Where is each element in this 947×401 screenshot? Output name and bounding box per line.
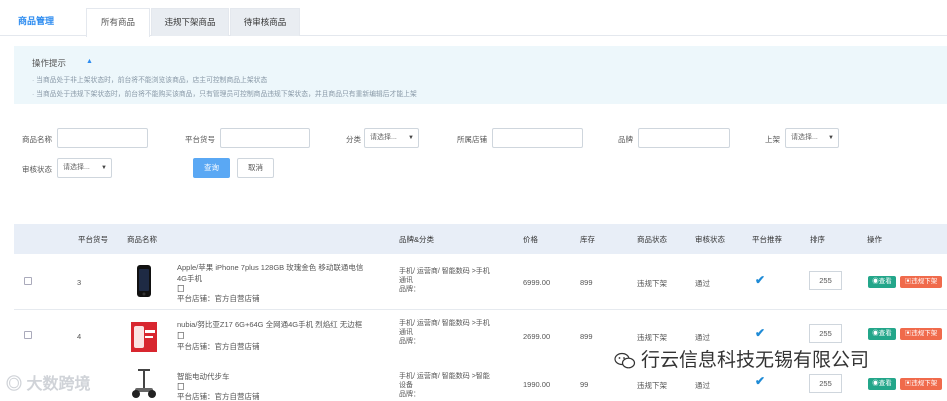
- col-product-status: 商品状态: [637, 235, 667, 244]
- col-platform-sku: 平台货号: [78, 235, 108, 244]
- view-button[interactable]: ◉查看: [868, 276, 896, 288]
- product-store: 平台店铺：官方自营店铺: [177, 294, 260, 303]
- remove-violation-button[interactable]: ▣违规下架: [900, 328, 942, 340]
- col-sort: 排序: [810, 235, 825, 244]
- review-status: 通过: [695, 381, 710, 390]
- cancel-button[interactable]: 取消: [237, 158, 274, 178]
- watermark-right-text: 行云信息科技无锡有限公司: [641, 350, 870, 371]
- view-button[interactable]: ◉查看: [868, 378, 896, 390]
- product-stock: 899: [580, 332, 593, 341]
- table-header: 平台货号 商品名称 品牌&分类 价格 库存 商品状态 审核状态 平台推荐 排序 …: [14, 224, 947, 254]
- sort-input[interactable]: 255: [809, 324, 842, 343]
- product-brand: 品牌：: [399, 391, 420, 398]
- chevron-down-icon: ▼: [828, 135, 834, 141]
- remove-label: 违规下架: [911, 278, 938, 285]
- listing-select[interactable]: 请选择... ▼: [785, 128, 839, 148]
- sort-input[interactable]: 255: [809, 374, 842, 393]
- wechat-icon: [614, 352, 636, 369]
- review-select-value: 请选择...: [63, 164, 90, 171]
- caret-up-icon[interactable]: ▲: [86, 58, 93, 65]
- view-label: 查看: [878, 278, 892, 285]
- row-sku: 4: [77, 332, 82, 341]
- product-brand: 品牌：: [399, 338, 420, 345]
- row-checkbox[interactable]: [24, 277, 32, 285]
- platform-sku-label: 平台货号: [185, 135, 215, 144]
- tips-title[interactable]: 操作提示: [32, 57, 66, 69]
- watermark-left: ◎ 大数跨境: [6, 370, 90, 394]
- view-button[interactable]: ◉查看: [868, 328, 896, 340]
- product-price: 6999.00: [523, 278, 551, 287]
- checkmark-icon[interactable]: ✔: [755, 273, 765, 287]
- col-review-status: 审核状态: [695, 235, 725, 244]
- product-thumbnail[interactable]: [129, 366, 159, 401]
- category-label: 分类: [346, 135, 361, 144]
- category-select-value: 请选择...: [370, 134, 397, 141]
- checkmark-icon[interactable]: ✔: [755, 326, 765, 340]
- review-status: 通过: [695, 279, 710, 288]
- tab-violation-removed[interactable]: 违规下架商品: [151, 8, 229, 36]
- product-name[interactable]: Apple/苹果 iPhone 7plus 128GB 玫瑰金色 移动联通电信: [177, 262, 363, 273]
- col-brand-category: 品牌&分类: [399, 235, 435, 244]
- product-store: 平台店铺：官方自营店铺: [177, 342, 260, 351]
- product-brand: 品牌：: [399, 286, 420, 293]
- search-button[interactable]: 查询: [193, 158, 230, 178]
- chevron-down-icon: ▼: [408, 135, 414, 141]
- remove-label: 违规下架: [911, 380, 938, 387]
- table-row: 3 Apple/苹果 iPhone 7plus 128GB 玫瑰金色 移动联通电…: [14, 254, 947, 310]
- listing-label: 上架: [765, 135, 780, 144]
- product-price: 2699.00: [523, 332, 551, 341]
- store-label: 所属店铺: [457, 135, 487, 144]
- platform-sku-input[interactable]: [220, 128, 310, 148]
- listing-select-value: 请选择...: [791, 134, 818, 141]
- view-label: 查看: [878, 330, 892, 337]
- tip-line: · 当商品处于非上架状态时，前台将不能浏览该商品，店主可控制商品上架状态: [32, 77, 268, 84]
- product-price: 1990.00: [523, 380, 551, 389]
- review-status: 通过: [695, 333, 710, 342]
- product-stock: 899: [580, 278, 593, 287]
- product-name[interactable]: 智能电动代步车: [177, 371, 230, 382]
- col-product-name: 商品名称: [127, 235, 157, 244]
- product-name-label: 商品名称: [22, 135, 52, 144]
- watermark-logo-icon: ◎: [6, 376, 27, 393]
- remove-violation-button[interactable]: ▣违规下架: [900, 276, 942, 288]
- product-status: 违规下架: [637, 279, 667, 288]
- tab-pending-review[interactable]: 待审核商品: [230, 8, 300, 36]
- col-price: 价格: [523, 235, 538, 244]
- row-checkbox[interactable]: [24, 331, 32, 339]
- top-bar: 商品管理 所有商品 违规下架商品 待审核商品: [0, 0, 947, 37]
- remove-violation-button[interactable]: ▣违规下架: [900, 378, 942, 390]
- tip-line: · 当商品处于违规下架状态时，前台将不能购买该商品，只有管理员可控制商品违规下架…: [32, 91, 417, 98]
- tab-all-products[interactable]: 所有商品: [86, 8, 150, 37]
- product-flag: 囗: [177, 331, 185, 340]
- product-stock: 99: [580, 380, 589, 389]
- product-name[interactable]: nubia/努比亚Z17 6G+64G 全网通4G手机 烈焰红 无边框: [177, 319, 362, 330]
- watermark-right: 行云信息科技无锡有限公司: [614, 345, 869, 372]
- product-status: 违规下架: [637, 333, 667, 342]
- chevron-down-icon: ▼: [101, 165, 107, 171]
- sort-input[interactable]: 255: [809, 271, 842, 290]
- product-thumbnail[interactable]: [129, 318, 159, 356]
- view-label: 查看: [878, 380, 892, 387]
- product-name-input[interactable]: [57, 128, 148, 148]
- product-status: 违规下架: [637, 381, 667, 390]
- checkmark-icon[interactable]: ✔: [755, 374, 765, 388]
- row-sku: 3: [77, 278, 82, 287]
- brand-label: 品牌: [618, 135, 633, 144]
- watermark-left-text: 大数跨境: [26, 376, 91, 393]
- remove-label: 违规下架: [911, 330, 938, 337]
- tips-panel: 操作提示 ▲ · 当商品处于非上架状态时，前台将不能浏览该商品，店主可控制商品上…: [14, 46, 947, 104]
- col-stock: 库存: [580, 235, 595, 244]
- store-input[interactable]: [492, 128, 583, 148]
- col-recommended: 平台推荐: [752, 235, 782, 244]
- product-thumbnail[interactable]: [129, 262, 159, 300]
- brand-input[interactable]: [638, 128, 730, 148]
- review-status-label: 审核状态: [22, 165, 52, 174]
- col-actions: 操作: [867, 235, 882, 244]
- review-status-select[interactable]: 请选择... ▼: [57, 158, 112, 178]
- page-title: 商品管理: [18, 16, 55, 26]
- product-store: 平台店铺：官方自营店铺: [177, 392, 260, 401]
- category-select[interactable]: 请选择... ▼: [364, 128, 419, 148]
